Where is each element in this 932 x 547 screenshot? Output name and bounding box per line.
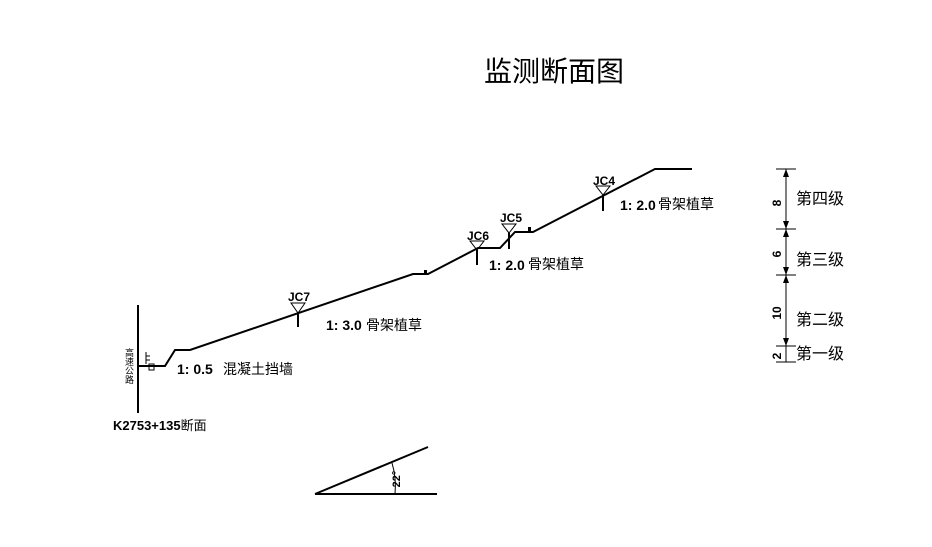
monitor-point-jc7: JC7 <box>288 290 310 327</box>
level-name-1: 第一级 <box>796 344 844 363</box>
angle-label: 22° <box>391 471 403 488</box>
slope-ratio-1: 1: 0.5 <box>177 361 213 377</box>
level-name-3: 第三级 <box>796 250 844 269</box>
slope-ratio-4: 1: 2.0 <box>620 197 656 213</box>
level-height-4: 8 <box>770 199 784 206</box>
slope-ratio-3: 1: 2.0 <box>489 257 525 273</box>
monitor-label: JC7 <box>288 290 310 304</box>
road-label: 高速公路 <box>123 347 134 385</box>
road-label-text: 高速公路 <box>123 347 134 385</box>
slope-note-2: 骨架植草 <box>366 318 422 334</box>
station-code: K2753+135 <box>113 418 181 433</box>
level-height-1: 2 <box>770 352 784 359</box>
monitor-point-jc4: JC4 <box>593 174 615 211</box>
slope-ratio-2: 1: 3.0 <box>326 317 362 333</box>
berm-marker <box>528 227 531 232</box>
berm-marker <box>424 270 427 274</box>
slope-note-3: 骨架植草 <box>528 257 584 273</box>
station-label: K2753+135断面 <box>113 418 207 434</box>
slope-profile-line <box>138 168 692 367</box>
level-name-4: 第四级 <box>796 189 844 208</box>
angle-diagram: 22° <box>314 446 437 495</box>
svg-text:K2753+135断面: K2753+135断面 <box>113 418 207 434</box>
level-height-3: 6 <box>770 250 784 257</box>
station-suffix: 断面 <box>181 419 207 434</box>
page-title: 监测断面图 <box>484 55 624 88</box>
monitor-label: JC5 <box>500 211 522 225</box>
slope-note-1: 混凝土挡墙 <box>223 362 293 378</box>
level-name-2: 第二级 <box>796 310 844 329</box>
slope-note-4: 骨架植草 <box>658 197 714 213</box>
level-height-2: 10 <box>770 306 784 320</box>
level-dimension-chain <box>776 168 796 363</box>
drain-symbol <box>145 352 155 371</box>
